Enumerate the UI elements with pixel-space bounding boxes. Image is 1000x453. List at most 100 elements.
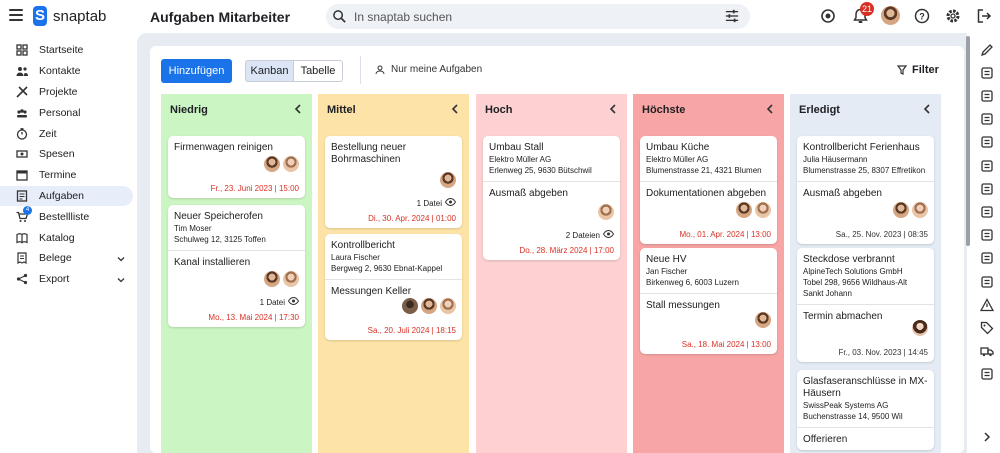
timer-icon[interactable] <box>980 135 994 149</box>
cart-icon[interactable] <box>980 251 994 265</box>
filter-button[interactable]: Filter <box>897 64 939 76</box>
logout-icon[interactable] <box>974 6 994 26</box>
document-icon[interactable] <box>980 182 994 196</box>
task-card-address: Birkenweg 6, 6003 Luzern <box>646 278 739 287</box>
sidebar-item-zeit[interactable]: Zeit <box>0 123 140 144</box>
tag-icon[interactable] <box>980 321 994 335</box>
sidebar-item-bestellliste[interactable]: 4 Bestellliste <box>0 206 140 227</box>
assignee-avatar[interactable] <box>283 156 299 172</box>
clipboard-icon[interactable] <box>980 159 994 173</box>
task-card[interactable]: Bestellung neuer Bohrmaschinen 1 Datei Di.… <box>325 136 462 228</box>
task-card[interactable]: Kontrollbericht Ferienhaus Julia Häuserma… <box>797 136 934 244</box>
sidebar-item-label: Katalog <box>39 231 75 244</box>
chevron-down-icon[interactable] <box>117 254 125 266</box>
task-card-address: Blumenstrasse 25, 8307 Effretikon <box>803 166 926 175</box>
task-card-address: Erlenweg 25, 9630 Bütschwil <box>489 166 592 175</box>
sidebar-badge: 4 <box>23 206 32 216</box>
eye-icon <box>444 197 457 208</box>
chevron-left-icon[interactable] <box>609 103 617 117</box>
page-title: Aufgaben Mitarbeiter <box>150 9 291 25</box>
receipt-icon <box>16 252 28 265</box>
dashboard-icon <box>16 44 28 57</box>
assignee-avatar[interactable] <box>893 202 909 218</box>
assignee-avatar[interactable] <box>264 271 280 287</box>
chevron-left-icon[interactable] <box>923 103 931 117</box>
add-contact-icon[interactable] <box>980 66 994 80</box>
truck-icon[interactable] <box>980 344 994 358</box>
sidebar-item-projekte[interactable]: Projekte <box>0 82 140 103</box>
view-kanban-button[interactable]: Kanban <box>245 60 294 82</box>
folder-icon[interactable] <box>980 89 994 103</box>
user-avatar[interactable] <box>881 6 900 25</box>
tune-icon[interactable] <box>725 9 739 23</box>
sidebar-item-startseite[interactable]: Startseite <box>0 40 140 61</box>
attachments-link[interactable]: 1 Datei <box>417 197 457 208</box>
chevron-left-icon[interactable] <box>294 103 302 117</box>
view-table-button[interactable]: Tabelle <box>294 60 343 82</box>
sidebar-item-katalog[interactable]: Katalog <box>0 227 140 248</box>
task-card-customer: Elektro Müller AG <box>646 155 709 164</box>
chevron-right-icon[interactable] <box>980 430 994 444</box>
add-person-icon[interactable] <box>980 112 994 126</box>
chevron-down-icon[interactable] <box>117 275 125 287</box>
calendar-icon[interactable] <box>980 205 994 219</box>
search-input[interactable]: In snaptab suchen <box>326 4 750 29</box>
assignee-avatar[interactable] <box>421 298 437 314</box>
task-card[interactable]: Kontrollbericht Laura Fischer Bergweg 2, 9… <box>325 234 462 340</box>
scrollbar[interactable] <box>966 36 970 246</box>
task-card[interactable]: Neue HV Jan Fischer Birkenweg 6, 6003 Luze… <box>640 248 777 354</box>
attachments-link[interactable]: 1 Datei <box>260 296 300 307</box>
assignee-avatar[interactable] <box>598 204 614 220</box>
sidebar-item-label: Bestellliste <box>39 210 90 223</box>
task-card[interactable]: Firmenwagen reinigen Fr., 23. Juni 2023 |… <box>168 136 305 198</box>
card-icon[interactable] <box>980 367 994 381</box>
assignee-avatar[interactable] <box>402 298 418 314</box>
sidebar-item-export[interactable]: Export <box>0 269 140 290</box>
chevron-left-icon[interactable] <box>451 103 459 117</box>
gear-icon[interactable] <box>943 6 963 26</box>
check-calendar-icon[interactable] <box>980 228 994 242</box>
attachments-link[interactable]: 2 Dateien <box>566 229 615 240</box>
pencil-icon[interactable] <box>980 43 994 57</box>
assignee-avatar[interactable] <box>912 320 928 336</box>
calendar-icon <box>16 169 28 181</box>
task-card[interactable]: Umbau Küche Elektro Müller AG Blumenstrass… <box>640 136 777 244</box>
task-card[interactable]: Neuer Speicherofen Tim Moser Schulweg 12, … <box>168 205 305 327</box>
warning-icon[interactable] <box>980 298 994 312</box>
list-icon[interactable] <box>980 275 994 289</box>
my-tasks-toggle[interactable]: Nur meine Aufgaben <box>375 64 482 75</box>
assignee-avatar[interactable] <box>755 312 771 328</box>
help-icon[interactable]: ? <box>912 6 932 26</box>
sidebar-item-kontakte[interactable]: Kontakte <box>0 61 140 82</box>
task-card-address: Blumenstrasse 21, 4321 Blumen <box>646 166 762 175</box>
svg-text:?: ? <box>919 12 925 22</box>
assignee-avatar[interactable] <box>736 202 752 218</box>
task-card[interactable]: Steckdose verbrannt AlpineTech Solutions … <box>797 248 934 362</box>
money-icon <box>16 148 28 160</box>
app-name: snaptab <box>53 7 107 25</box>
sidebar-item-personal[interactable]: Personal <box>0 102 140 123</box>
assignee-avatar[interactable] <box>440 298 456 314</box>
sidebar-item-termine[interactable]: Termine <box>0 165 140 186</box>
contacts-icon <box>16 65 28 77</box>
card-divider <box>640 293 777 294</box>
app-logo[interactable]: S snaptab <box>33 6 106 26</box>
due-date: Fr., 23. Juni 2023 | 15:00 <box>210 184 299 193</box>
sidebar-item-aufgaben[interactable]: Aufgaben <box>0 185 133 207</box>
assignee-avatar[interactable] <box>283 271 299 287</box>
column-header: Höchste <box>633 94 784 126</box>
assignee-avatar[interactable] <box>440 172 456 188</box>
assignee-avatar[interactable] <box>264 156 280 172</box>
task-card[interactable]: Umbau Stall Elektro Müller AG Erlenweg 25,… <box>483 136 620 260</box>
people-icon <box>16 107 28 119</box>
sidebar-item-spesen[interactable]: Spesen <box>0 144 140 165</box>
task-card-title: Steckdose verbrannt <box>803 254 895 265</box>
assignee-avatar[interactable] <box>912 202 928 218</box>
menu-icon[interactable] <box>9 9 23 21</box>
task-card[interactable]: Glasfaseranschlüsse in MX-Häusern SwissPe… <box>797 370 934 450</box>
support-icon[interactable] <box>818 6 838 26</box>
sidebar-item-belege[interactable]: Belege <box>0 248 140 269</box>
assignee-avatar[interactable] <box>755 202 771 218</box>
chevron-left-icon[interactable] <box>766 103 774 117</box>
add-button[interactable]: Hinzufügen <box>161 59 232 83</box>
